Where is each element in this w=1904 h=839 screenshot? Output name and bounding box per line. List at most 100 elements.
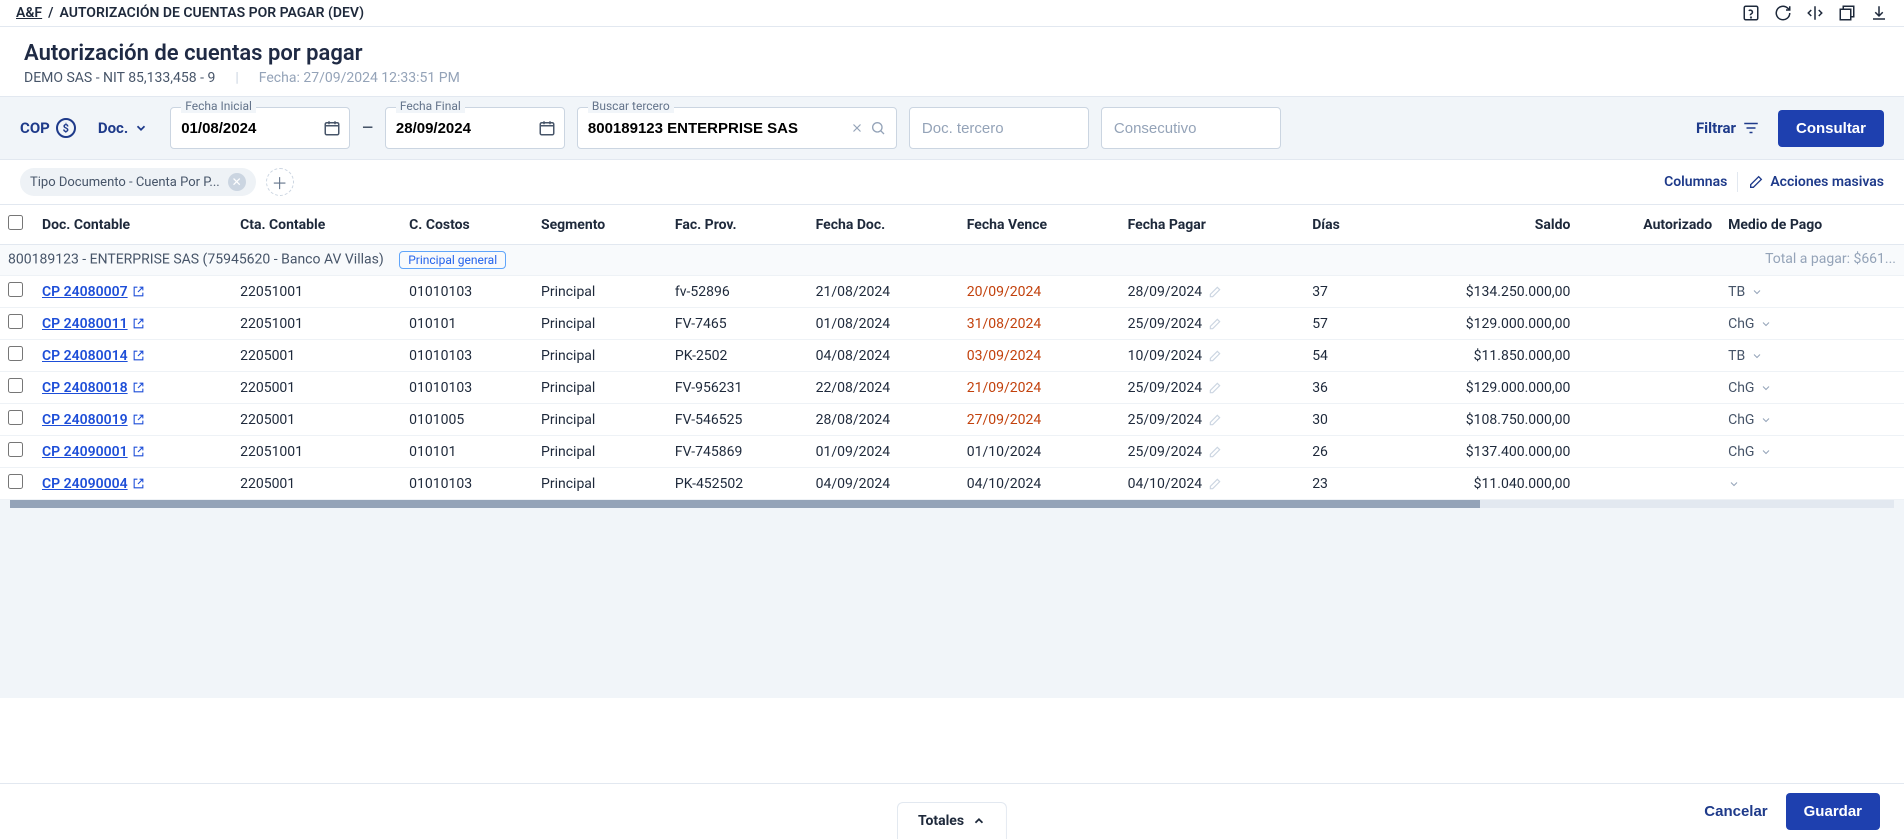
clear-icon[interactable] [850,121,864,135]
cell-aut[interactable] [1578,436,1720,468]
col-fac[interactable]: Fac. Prov. [667,205,808,245]
save-button[interactable]: Guardar [1786,793,1880,830]
external-link-icon[interactable] [132,285,145,298]
search-input[interactable] [588,120,844,137]
date-from-field[interactable]: Fecha Inicial [170,107,350,149]
cell-seg: Principal [533,468,667,500]
refresh-icon[interactable] [1774,4,1792,22]
doc-tercero-input[interactable] [909,107,1089,149]
chip-close-icon[interactable]: ✕ [228,173,246,191]
external-link-icon[interactable] [132,413,145,426]
filter-chip-tipo-documento[interactable]: Tipo Documento - Cuenta Por P... ✕ [20,168,256,196]
external-link-icon[interactable] [132,317,145,330]
cancel-button[interactable]: Cancelar [1704,803,1767,820]
horizontal-scrollbar[interactable] [10,500,1894,508]
external-link-icon[interactable] [132,381,145,394]
external-link-icon[interactable] [132,445,145,458]
col-seg[interactable]: Segmento [533,205,667,245]
cell-medio[interactable]: ChG [1720,436,1904,468]
cell-seg: Principal [533,372,667,404]
cell-medio[interactable]: ChG [1720,372,1904,404]
cell-fpag[interactable]: 04/10/2024 [1120,468,1305,500]
download-icon[interactable] [1870,4,1888,22]
doc-link[interactable]: CP 24090001 [42,444,128,460]
cell-fpag[interactable]: 25/09/2024 [1120,308,1305,340]
row-checkbox[interactable] [8,378,23,393]
doc-link[interactable]: CP 24080007 [42,284,128,300]
help-icon[interactable] [1742,4,1760,22]
doc-link[interactable]: CP 24080018 [42,380,128,396]
col-dias[interactable]: Días [1304,205,1377,245]
cell-fpag[interactable]: 10/09/2024 [1120,340,1305,372]
calendar-icon[interactable] [538,119,556,137]
cell-seg: Principal [533,308,667,340]
consultar-button[interactable]: Consultar [1778,110,1884,147]
cell-medio[interactable] [1720,468,1904,500]
cell-cc: 010101 [401,436,533,468]
external-link-icon[interactable] [132,477,145,490]
cell-aut[interactable] [1578,340,1720,372]
cell-aut[interactable] [1578,372,1720,404]
currency-selector[interactable]: COP $ [20,118,76,138]
calendar-icon[interactable] [323,119,341,137]
select-all-checkbox[interactable] [8,215,23,230]
cell-fpag[interactable]: 28/09/2024 [1120,276,1305,308]
cell-medio[interactable]: ChG [1720,404,1904,436]
cell-fven: 03/09/2024 [959,340,1120,372]
row-checkbox[interactable] [8,410,23,425]
pencil-icon[interactable] [1208,317,1222,331]
doc-link[interactable]: CP 24090004 [42,476,128,492]
add-filter-button[interactable]: ＋ [266,168,294,196]
cell-fpag[interactable]: 25/09/2024 [1120,404,1305,436]
col-aut[interactable]: Autorizado [1578,205,1720,245]
col-doc[interactable]: Doc. Contable [34,205,232,245]
totales-toggle[interactable]: Totales [897,802,1007,839]
cell-aut[interactable] [1578,308,1720,340]
row-checkbox[interactable] [8,314,23,329]
consecutivo-input[interactable] [1101,107,1281,149]
cell-medio[interactable]: ChG [1720,308,1904,340]
row-checkbox[interactable] [8,474,23,489]
row-checkbox[interactable] [8,442,23,457]
cell-fpag[interactable]: 25/09/2024 [1120,436,1305,468]
cell-medio[interactable]: TB [1720,340,1904,372]
date-from-input[interactable] [171,120,301,137]
external-link-icon[interactable] [132,349,145,362]
col-fpag[interactable]: Fecha Pagar [1120,205,1305,245]
pencil-icon[interactable] [1208,413,1222,427]
doc-link[interactable]: CP 24080011 [42,316,128,332]
third-party-search[interactable]: Buscar tercero [577,107,897,149]
pencil-icon[interactable] [1208,445,1222,459]
col-cta[interactable]: Cta. Contable [232,205,401,245]
filter-bar: COP $ Doc. Fecha Inicial — Fecha Final B… [0,96,1904,160]
cell-medio[interactable]: TB [1720,276,1904,308]
breadcrumb-root[interactable]: A&F [16,5,42,21]
bulk-actions-button[interactable]: Acciones masivas [1748,174,1884,190]
split-icon[interactable] [1806,4,1824,22]
col-cc[interactable]: C. Costos [401,205,533,245]
pencil-icon[interactable] [1208,381,1222,395]
row-checkbox[interactable] [8,282,23,297]
cell-aut[interactable] [1578,276,1720,308]
filter-button[interactable]: Filtrar [1690,119,1766,137]
date-to-field[interactable]: Fecha Final [385,107,565,149]
cell-fpag[interactable]: 25/09/2024 [1120,372,1305,404]
col-fdoc[interactable]: Fecha Doc. [808,205,959,245]
row-checkbox[interactable] [8,346,23,361]
date-to-input[interactable] [386,120,516,137]
pencil-icon[interactable] [1208,349,1222,363]
pencil-icon[interactable] [1208,285,1222,299]
col-medio[interactable]: Medio de Pago [1720,205,1904,245]
doc-link[interactable]: CP 24080014 [42,348,128,364]
search-label: Buscar tercero [588,99,674,113]
doc-type-selector[interactable]: Doc. [88,119,158,137]
cell-aut[interactable] [1578,468,1720,500]
cell-aut[interactable] [1578,404,1720,436]
doc-link[interactable]: CP 24080019 [42,412,128,428]
popout-icon[interactable] [1838,4,1856,22]
col-saldo[interactable]: Saldo [1377,205,1578,245]
search-icon[interactable] [870,120,886,136]
col-fven[interactable]: Fecha Vence [959,205,1120,245]
pencil-icon[interactable] [1208,477,1222,491]
columns-button[interactable]: Columnas [1664,174,1727,190]
